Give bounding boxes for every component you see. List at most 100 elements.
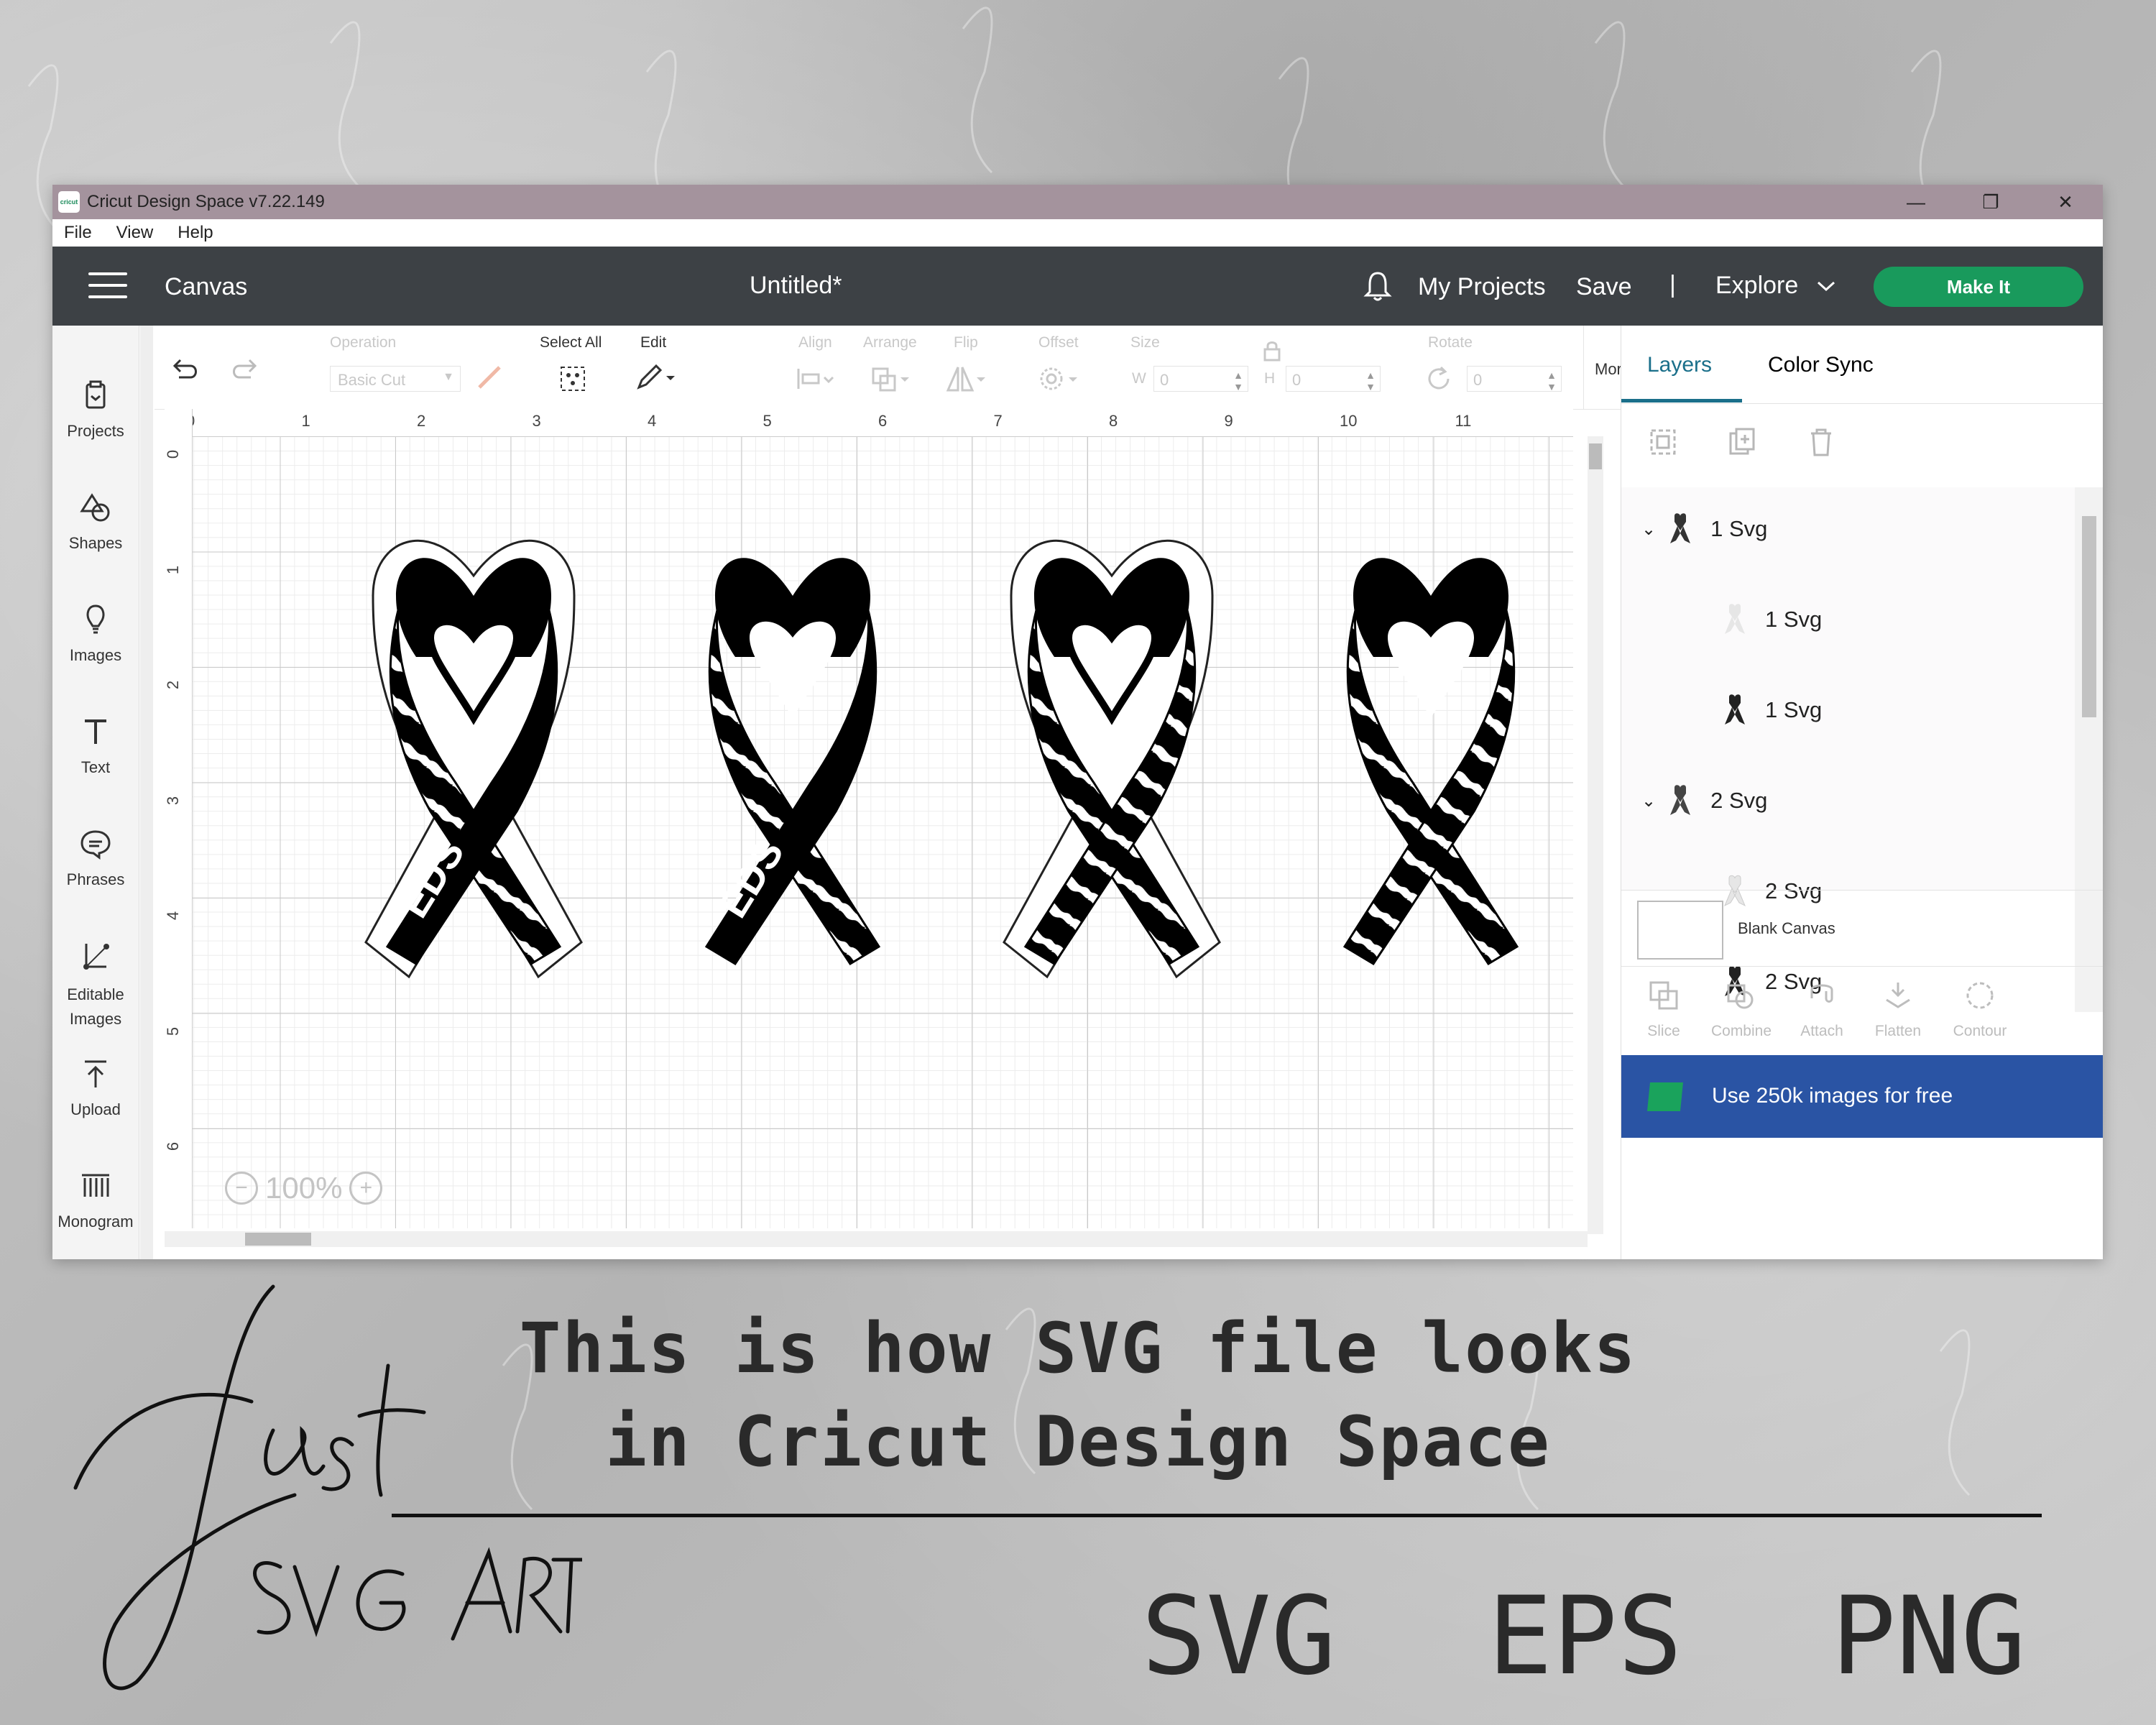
- hamburger-menu-icon[interactable]: [88, 272, 127, 298]
- tab-layers[interactable]: Layers: [1647, 353, 1712, 377]
- ruler-tick-label: 1: [301, 412, 310, 430]
- awareness-ribbon[interactable]: EDS: [704, 558, 881, 966]
- height-input[interactable]: 0 ▲ ▼: [1286, 366, 1381, 392]
- delete-icon[interactable]: [1805, 426, 1837, 458]
- select-all-icon[interactable]: [558, 364, 587, 393]
- nav-monogram-label: Monogram: [57, 1213, 134, 1230]
- nav-text[interactable]: Text: [52, 714, 139, 777]
- layer-row[interactable]: 1 Svg: [1621, 689, 2075, 732]
- panel-tabs: Layers Color Sync: [1621, 326, 2103, 404]
- width-input[interactable]: 0 ▲ ▼: [1153, 366, 1248, 392]
- undo-icon[interactable]: [169, 354, 201, 383]
- flatten-button[interactable]: Flatten: [1858, 980, 1938, 1040]
- cricut-app-icon: cricut: [58, 191, 80, 213]
- promo-banner[interactable]: Use 250k images for free: [1621, 1055, 2103, 1138]
- contour-button[interactable]: Contour: [1940, 980, 2019, 1040]
- attach-label: Attach: [1800, 1023, 1843, 1039]
- monogram-icon: [82, 1174, 109, 1197]
- promo-text: Use 250k images for free: [1712, 1084, 1953, 1108]
- canvas-horizontal-scrollbar[interactable]: [165, 1231, 1588, 1247]
- nav-projects[interactable]: Projects: [52, 377, 139, 441]
- align-icon[interactable]: [794, 366, 837, 392]
- phrases-icon: [80, 830, 111, 860]
- explore-dropdown[interactable]: Explore: [1715, 272, 1837, 300]
- caption-line-1: This is how SVG file looks: [519, 1308, 1637, 1389]
- nav-shapes[interactable]: Shapes: [52, 489, 139, 553]
- header-divider: |: [1669, 271, 1676, 298]
- document-title[interactable]: Untitled*: [750, 272, 842, 300]
- close-button[interactable]: ✕: [2028, 185, 2103, 219]
- ruler-tick-label: 6: [164, 1141, 183, 1151]
- window-title: Cricut Design Space v7.22.149: [87, 192, 325, 211]
- nav-upload[interactable]: Upload: [52, 1056, 139, 1119]
- rotate-label: Rotate: [1428, 334, 1473, 351]
- contour-icon: [1966, 982, 1994, 1009]
- nav-phrases[interactable]: Phrases: [52, 826, 139, 889]
- menu-help[interactable]: Help: [178, 223, 213, 243]
- ruler-tick-label: 1: [164, 565, 183, 574]
- bell-icon[interactable]: [1363, 270, 1392, 302]
- slice-button[interactable]: Slice: [1624, 980, 1703, 1040]
- lock-icon[interactable]: [1263, 340, 1281, 362]
- layer-group-row[interactable]: ⌄ 1 Svg: [1621, 507, 2075, 551]
- chevron-down-icon: [1817, 281, 1835, 292]
- flatten-icon: [1886, 983, 1910, 1008]
- format-png: PNG: [1831, 1574, 2026, 1699]
- attach-button[interactable]: Attach: [1782, 980, 1861, 1040]
- my-projects-link[interactable]: My Projects: [1418, 273, 1546, 301]
- restore-button[interactable]: ❐: [1953, 185, 2028, 219]
- make-it-button[interactable]: Make It: [1874, 267, 2083, 307]
- arrange-icon[interactable]: [870, 364, 913, 393]
- nav-editable-images[interactable]: Editable Images: [52, 938, 139, 1031]
- stepper-icon: ▲ ▼: [1547, 369, 1557, 392]
- cricut-access-icon: [1647, 1082, 1683, 1111]
- ruler-tick-label: 6: [878, 412, 888, 430]
- menu-view[interactable]: View: [116, 223, 154, 243]
- canvas-color-swatch[interactable]: [1637, 901, 1723, 960]
- duplicate-icon[interactable]: [1726, 426, 1758, 458]
- nav-text-label: Text: [80, 758, 111, 776]
- awareness-ribbon[interactable]: [1003, 539, 1221, 979]
- flip-icon[interactable]: [945, 364, 988, 393]
- rotate-value: 0: [1473, 371, 1483, 389]
- awareness-ribbon[interactable]: [1342, 558, 1519, 966]
- awareness-ribbon[interactable]: EDS: [364, 539, 583, 979]
- group-icon[interactable]: [1647, 426, 1679, 458]
- redo-icon[interactable]: [229, 354, 261, 383]
- layer-group-row[interactable]: ⌄ 2 Svg: [1621, 779, 2075, 822]
- ruler-tick-label: 4: [648, 412, 657, 430]
- app-header: Canvas Untitled* My Projects Save | Expl…: [52, 247, 2103, 326]
- canvas-vertical-scrollbar[interactable]: [1588, 436, 1603, 1234]
- nav-shapes-label: Shapes: [68, 534, 123, 552]
- edit-pen-icon[interactable]: [635, 363, 678, 392]
- blank-canvas-row[interactable]: Blank Canvas: [1621, 890, 2103, 967]
- images-icon: [86, 604, 105, 634]
- ruler-tick-label: 7: [993, 412, 1003, 430]
- rotate-input[interactable]: 0 ▲ ▼: [1467, 366, 1562, 392]
- left-scrollbar[interactable]: [140, 326, 153, 1259]
- explore-label: Explore: [1715, 272, 1799, 299]
- nav-images[interactable]: Images: [52, 602, 139, 665]
- zoom-out-button[interactable]: −: [225, 1172, 258, 1205]
- minimize-button[interactable]: —: [1879, 185, 1953, 219]
- tab-color-sync[interactable]: Color Sync: [1768, 353, 1874, 377]
- chevron-down-icon[interactable]: ⌄: [1641, 519, 1656, 540]
- save-link[interactable]: Save: [1576, 273, 1632, 301]
- menu-file[interactable]: File: [64, 223, 92, 243]
- zoom-in-button[interactable]: +: [349, 1172, 383, 1205]
- active-tab-indicator: [1621, 399, 1742, 402]
- nav-editable-images-label: Editable Images: [67, 985, 124, 1028]
- menu-bar: File View Help: [52, 219, 2103, 247]
- ruler-tick-label: 10: [1340, 412, 1358, 430]
- chevron-down-icon[interactable]: ⌄: [1641, 791, 1656, 811]
- offset-icon[interactable]: [1038, 364, 1082, 393]
- design-canvas[interactable]: EDS EDS: [165, 409, 1573, 1228]
- ribbon-thumbnail-icon: [1725, 694, 1745, 724]
- layer-row[interactable]: 1 Svg: [1621, 598, 2075, 641]
- operation-select[interactable]: Basic Cut ▼: [330, 366, 461, 392]
- nav-monogram[interactable]: Monogram: [52, 1168, 139, 1231]
- ribbon-thumbnail-icon: [1670, 513, 1691, 543]
- ruler-tick-label: 2: [164, 680, 183, 690]
- combine-button[interactable]: Combine: [1702, 980, 1781, 1040]
- pen-color-icon[interactable]: [475, 363, 504, 392]
